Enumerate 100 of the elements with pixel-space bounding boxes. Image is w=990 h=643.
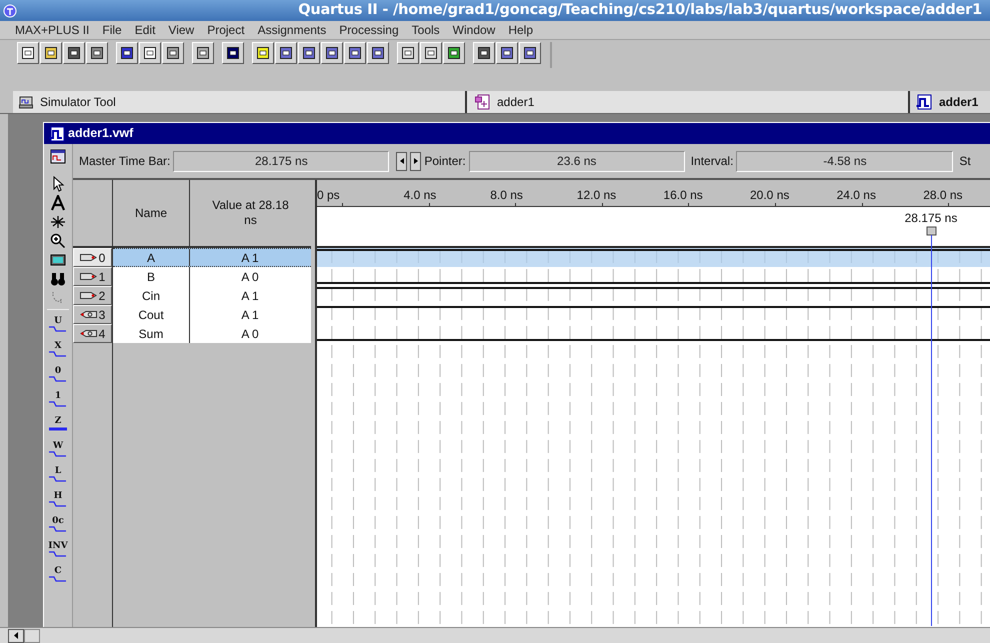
master-time-field[interactable]: 28.175 ns [173,150,390,172]
menu-item[interactable]: Window [452,21,496,39]
schematic-icon [475,94,490,110]
value-tool[interactable]: H [46,488,70,510]
signal-row[interactable]: A A 1 [113,248,311,267]
screen-icon[interactable] [50,252,66,268]
tool-button[interactable] [420,42,442,64]
interval-field[interactable]: -4.58 ns [736,150,954,172]
menu-item[interactable]: Help [508,21,534,39]
print-button[interactable] [86,42,108,64]
signal-row[interactable]: Cout A 1 [113,305,311,324]
ruler-label: 8.0 ns [490,187,523,204]
help-button[interactable] [222,42,244,64]
document-tab[interactable]: Simulator Tool [13,91,465,113]
value-waveform-icon [48,326,68,332]
tool-button[interactable] [519,42,541,64]
binoculars-icon[interactable] [50,271,66,287]
menu-item[interactable]: MAX+PLUS II [15,21,90,39]
save-button[interactable] [63,42,85,64]
output-pin-icon [80,329,97,338]
menu-item[interactable]: Assignments [258,21,326,39]
tool-button[interactable] [496,42,518,64]
menu-item[interactable]: Edit [134,21,156,39]
input-pin-icon [80,272,97,281]
waveform-row[interactable] [317,248,990,267]
waveform-file-icon [49,126,65,142]
pointer-label: Pointer: [424,153,466,170]
menu-item[interactable]: File [102,21,122,39]
name-column-header: Name [113,180,190,246]
waveform-file-icon [916,94,932,110]
value-tool[interactable]: INV [46,538,70,560]
value-waveform-icon [48,526,68,532]
tool-button[interactable] [344,42,366,64]
ruler-label: 28.0 ns [923,187,963,204]
save-button[interactable] [473,42,495,64]
value-tool[interactable]: L [46,463,70,485]
scroll-thumb[interactable] [24,628,40,642]
scroll-left-button[interactable] [8,628,24,642]
ruler-label: 16.0 ns [663,187,703,204]
signal-row[interactable]: Cin A 1 [113,286,311,305]
document-tab[interactable]: adder1 [908,91,990,113]
menu-item[interactable]: Processing [339,21,399,39]
app-icon [3,4,17,18]
signal-value: A 0 [240,326,260,342]
ruler-label: 20.0 ns [750,187,790,204]
input-pin-icon [80,291,97,300]
open-button[interactable] [40,42,62,64]
ruler-label: 12.0 ns [576,187,616,204]
tool-button[interactable] [275,42,297,64]
value-waveform-icon [48,500,68,506]
pointer-field[interactable]: 23.6 ns [468,150,685,172]
signal-index[interactable]: 3 [73,305,112,324]
value-waveform-icon [48,450,68,456]
value-tool[interactable]: 0c [46,513,70,535]
tool-button[interactable] [443,42,465,64]
interval-label: Interval: [690,153,734,170]
signal-row[interactable]: B A 0 [113,267,311,286]
window-title: Quartus II - /home/grad1/goncag/Teaching/cs210/labs/lab3/quartus/workspace/adder1 [298,0,983,20]
copy-button[interactable] [139,42,161,64]
signal-value: A 0 [240,268,260,286]
value-tool[interactable]: 1 [46,388,70,410]
zoom-icon[interactable] [50,233,66,249]
tool-button[interactable] [321,42,343,64]
undo-button[interactable] [192,42,214,64]
tool-button[interactable] [367,42,389,64]
tool-button[interactable] [252,42,274,64]
tool-button[interactable] [298,42,320,64]
cut-button[interactable] [116,42,138,64]
step-left-button[interactable] [396,152,408,170]
menu-item[interactable]: Project [207,21,245,39]
value-tool[interactable]: U [46,313,70,335]
text-tool-icon[interactable] [50,195,66,211]
horizontal-scrollbar[interactable] [0,627,990,643]
signal-value: A 1 [240,306,260,324]
tool-button[interactable] [397,42,419,64]
document-tab[interactable]: adder1 [465,91,908,113]
paste-button[interactable] [162,42,184,64]
waveform-edit-icon[interactable] [50,214,66,230]
value-tool[interactable]: W [46,438,70,460]
simulator-icon [19,96,33,108]
signal-value: A 1 [240,288,260,304]
value-waveform-icon [48,400,68,406]
waveform-editor-icon[interactable] [50,149,66,165]
menu-item[interactable]: View [168,21,194,39]
signal-index[interactable]: 4 [73,324,112,343]
value-tool[interactable]: X [46,338,70,360]
ruler-label: 4.0 ns [404,187,436,204]
signal-index[interactable]: 0 [73,248,112,267]
value-tool[interactable]: Z [46,413,70,435]
value-tool[interactable]: C [46,563,70,585]
value-waveform-icon [48,350,68,356]
value-tool[interactable]: 0 [46,363,70,385]
new-button[interactable] [17,42,39,64]
menu-item[interactable]: Tools [412,21,440,39]
signal-index[interactable]: 2 [73,286,112,305]
step-right-button[interactable] [410,152,422,170]
time-cursor[interactable] [926,226,937,626]
signal-index[interactable]: 1 [73,267,112,286]
left-arrow-icon [14,632,18,639]
signal-row[interactable]: Sum A 0 [113,324,311,343]
